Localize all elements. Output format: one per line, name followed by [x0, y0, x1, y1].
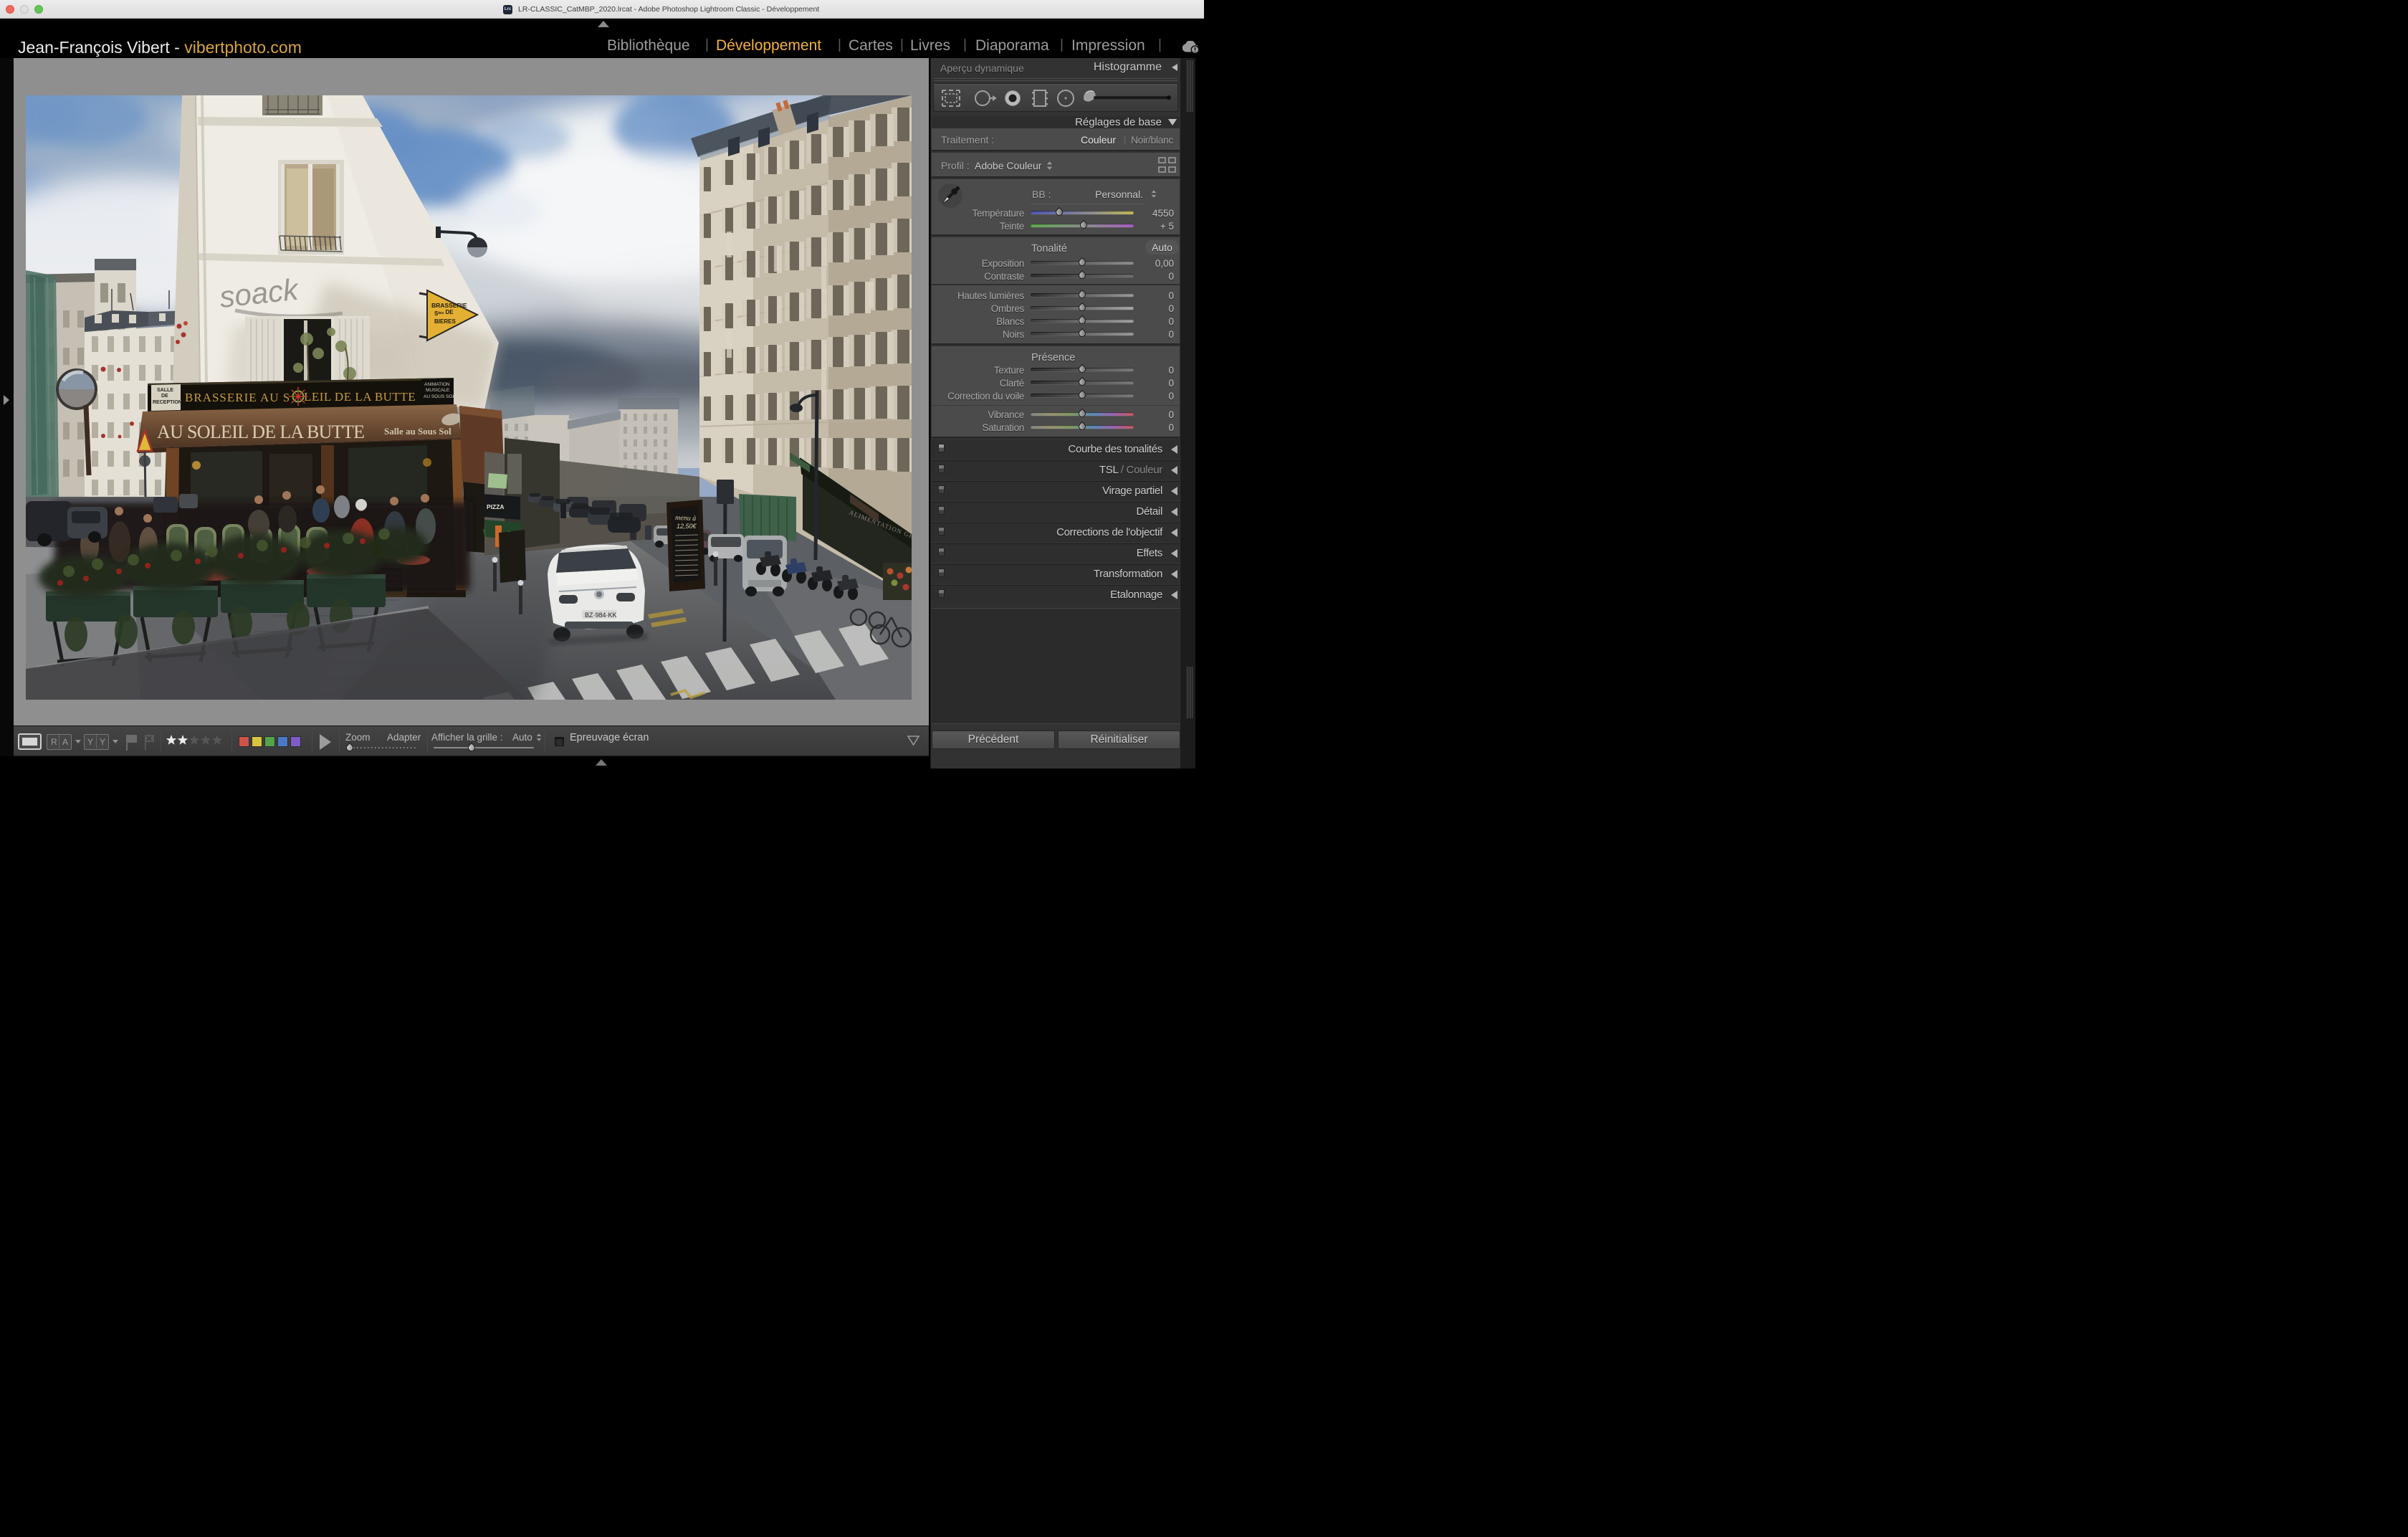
- svg-text:AU SOUS SOL: AU SOUS SOL: [424, 394, 455, 399]
- svg-text:PIZZA: PIZZA: [487, 503, 505, 510]
- svg-text:Salle au Sous Sol: Salle au Sous Sol: [384, 426, 452, 437]
- svg-text:12,50€: 12,50€: [677, 523, 697, 530]
- svg-text:SALLE: SALLE: [157, 388, 173, 393]
- svg-text:ANIMATION: ANIMATION: [424, 382, 450, 387]
- svg-text:MUSICALE: MUSICALE: [426, 388, 450, 393]
- svg-text:BRASSERIE AU S: BRASSERIE AU S: [185, 391, 290, 404]
- svg-text:BIERES: BIERES: [434, 318, 456, 325]
- svg-text:BRASSERIE: BRASSERIE: [431, 302, 467, 309]
- svg-text:DE: DE: [161, 394, 168, 399]
- svg-text:RECEPTION: RECEPTION: [153, 400, 182, 405]
- svg-text:menu à: menu à: [675, 514, 697, 523]
- svg-text:BZ·984·KK: BZ·984·KK: [585, 612, 617, 619]
- svg-text:AU SOLEIL DE LA BUTTE: AU SOLEIL DE LA BUTTE: [157, 422, 366, 442]
- svg-text:LEIL DE LA BUTTE: LEIL DE LA BUTTE: [304, 390, 416, 404]
